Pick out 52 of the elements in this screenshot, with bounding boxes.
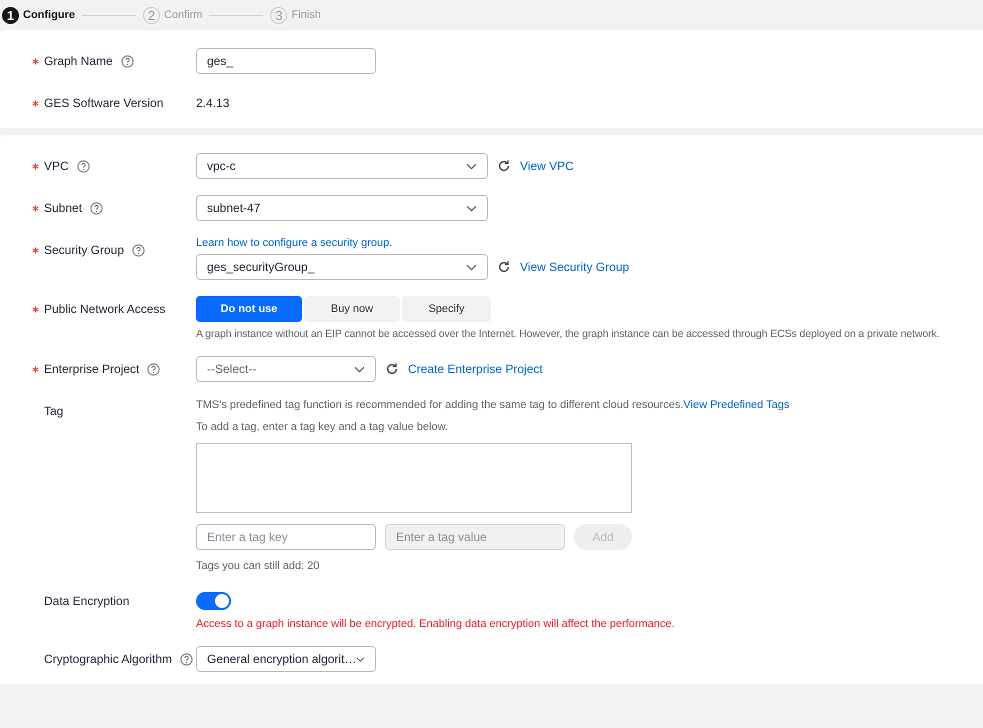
field-label: Subnet xyxy=(44,201,82,215)
refresh-icon[interactable] xyxy=(385,362,399,376)
help-icon[interactable] xyxy=(90,202,104,214)
dropdown[interactable]: vpc-c xyxy=(196,153,488,179)
action-link[interactable]: Create Enterprise Project xyxy=(408,362,543,376)
graph-name-field[interactable]: ges_ xyxy=(196,48,376,74)
tag-intro: TMS's predefined tag function is recommended for adding the same tag to different cloud resources.View Predefined Tags xyxy=(196,398,790,412)
toggle-switch[interactable] xyxy=(196,592,231,610)
help-icon[interactable] xyxy=(147,362,160,376)
help-icon[interactable] xyxy=(76,160,90,172)
version-value: 2.4.13 xyxy=(196,95,230,112)
field-label: Data Encryption xyxy=(44,594,130,608)
action-link[interactable]: View Security Group xyxy=(520,260,630,274)
field-label: Enterprise Project xyxy=(44,362,140,376)
refresh-icon[interactable] xyxy=(497,159,511,173)
step-label: Finish xyxy=(291,9,321,21)
field-label: GES Software Version xyxy=(44,96,164,110)
chevron-down-icon xyxy=(356,656,365,662)
dropdown[interactable]: ges_securityGroup_ xyxy=(196,254,488,280)
action-link[interactable]: View VPC xyxy=(520,159,574,173)
refresh-icon[interactable] xyxy=(497,260,511,274)
hint-text: A graph instance without an EIP cannot be accessed over the Internet. However, the graph instance can be accessed through ECSs deployed on a private network. xyxy=(196,328,940,340)
chevron-down-icon xyxy=(466,264,477,270)
chevron-down-icon xyxy=(466,162,477,170)
field-label: Security Group xyxy=(44,243,124,257)
help-icon[interactable] xyxy=(132,244,146,256)
help-link[interactable]: Learn how to configure a security group. xyxy=(196,237,392,249)
field-label: VPC xyxy=(44,159,69,173)
dropdown[interactable]: subnet-47 xyxy=(196,195,488,221)
warning-text: Access to a graph instance will be encrypted. Enabling data encryption will affect the performance. xyxy=(196,618,675,630)
option-button[interactable]: Buy now xyxy=(304,296,400,322)
chevron-down-icon xyxy=(354,366,365,372)
step-number: 2 xyxy=(142,6,160,24)
dropdown[interactable]: --Select-- xyxy=(196,356,376,382)
step-label: Configure xyxy=(23,9,75,21)
option-button[interactable]: Do not use xyxy=(196,296,302,322)
step-number: 3 xyxy=(270,6,288,24)
field-label: Cryptographic Algorithm xyxy=(44,652,172,666)
tag-key-field[interactable]: Enter a tag key xyxy=(196,524,376,550)
help-icon[interactable] xyxy=(180,652,194,666)
step-number: 1 xyxy=(2,6,19,24)
option-button[interactable]: Specify xyxy=(402,296,491,322)
tag-count: Tags you can still add: 20 xyxy=(196,560,320,572)
dropdown[interactable]: General encryption algorit… xyxy=(196,646,376,672)
help-icon[interactable] xyxy=(120,54,134,68)
field-label: Tag xyxy=(44,404,64,418)
chevron-down-icon xyxy=(466,204,477,212)
step-label: Confirm xyxy=(164,9,202,21)
tag-note: To add a tag, enter a tag key and a tag value below. xyxy=(196,420,448,434)
field-label: Graph Name xyxy=(44,54,113,68)
predefined-tags-link[interactable]: View Predefined Tags xyxy=(683,399,790,411)
field-label: Public Network Access xyxy=(44,302,166,316)
